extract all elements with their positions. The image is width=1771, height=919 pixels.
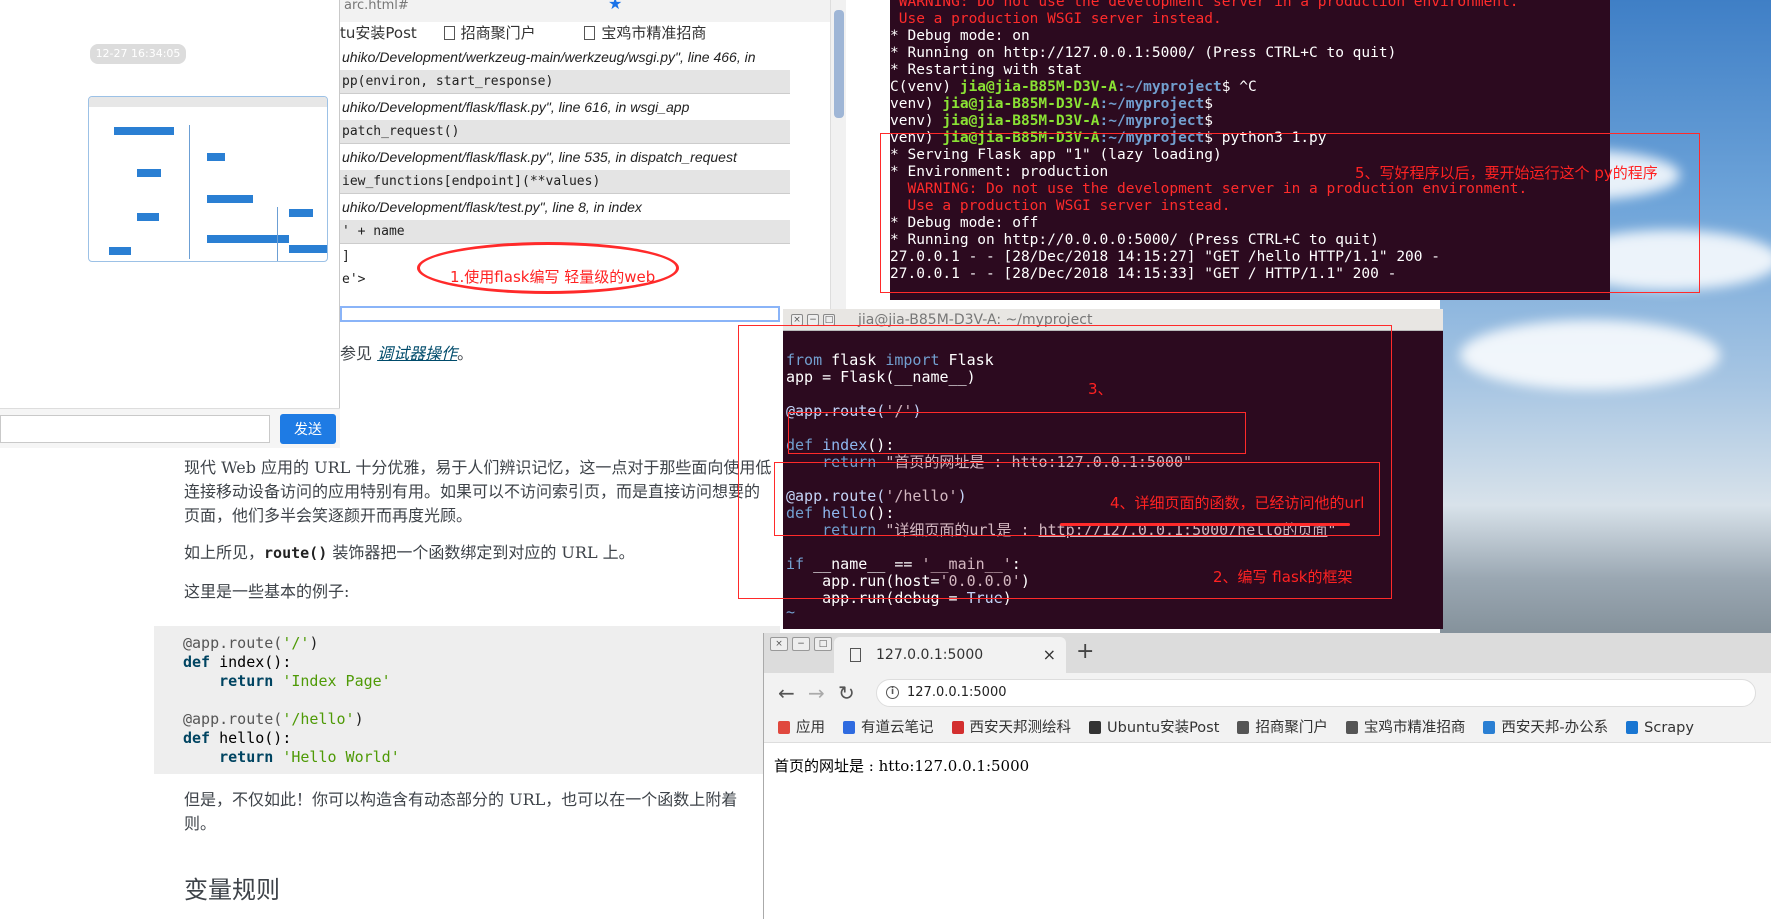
dynamic-url-paragraph-line2: 则。: [184, 814, 217, 833]
address-text: 127.0.0.1:5000: [907, 685, 1007, 700]
annotation-3: 3、: [1088, 380, 1113, 398]
mindmap-image-message[interactable]: [88, 96, 328, 262]
bookmark-label: 应用: [796, 720, 825, 736]
minimize-icon[interactable]: −: [792, 637, 810, 651]
survey-icon: [951, 721, 964, 734]
debugger-ops-link[interactable]: 调试器操作: [377, 344, 457, 363]
traceback-file-line[interactable]: uhiko/Development/flask/test.py", line 8…: [340, 194, 790, 220]
route-paragraph: 如上所见，route() 装饰器把一个函数绑定到对应的 URL 上。: [184, 543, 635, 562]
bookmark-item[interactable]: 有道云笔记: [843, 713, 934, 742]
scrapy-icon: [1626, 721, 1639, 734]
bookmark-item[interactable]: Scrapy: [1626, 713, 1694, 742]
tb-bookmark-zhaoshang[interactable]: 招商聚门户: [443, 22, 558, 43]
bookmark-item[interactable]: 应用: [778, 713, 825, 742]
traceback-code-line[interactable]: pp(environ, start_response): [340, 70, 790, 94]
chat-message-input[interactable]: [0, 415, 270, 443]
chat-window: 12-27 16:34:05 发送: [0, 0, 340, 448]
annotation-1: 1.使用flask编写 轻量级的web: [450, 268, 656, 286]
traceback-tabbar: arc.html# ★: [340, 0, 830, 22]
note-icon: [843, 721, 855, 734]
page-icon: [1345, 721, 1358, 734]
annotation-4: 4、详细页面的函数，已经访问他的url: [1110, 494, 1365, 512]
back-arrow-icon[interactable]: ←: [778, 681, 795, 705]
traceback-code-line[interactable]: patch_request(): [340, 120, 790, 144]
traceback-file-line[interactable]: uhiko/Development/werkzeug-main/werkzeug…: [340, 44, 790, 70]
maximize-icon[interactable]: □: [814, 637, 832, 651]
annotation-2: 2、编写 flask的框架: [1213, 568, 1353, 586]
tab-title: 127.0.0.1:5000: [876, 647, 984, 663]
tab-close-icon[interactable]: ×: [1043, 637, 1056, 673]
tb-bookmark-ubuntu[interactable]: tu安装Post: [340, 22, 417, 43]
tb-bookmark-baoji[interactable]: 宝鸡市精准招商: [584, 22, 728, 43]
link-icon: [1089, 721, 1101, 734]
new-tab-button[interactable]: +: [1076, 639, 1094, 664]
terminal-line: venv) jia@jia-B85M-D3V-A:~/myproject$: [890, 96, 1214, 112]
url-paragraph-line1: 现代 Web 应用的 URL 十分优雅，易于人们辨识记忆，这一点对于那些面向使用…: [184, 458, 772, 477]
browser-bookmarks-bar: 应用 有道云笔记 西安天邦测绘科 Ubuntu安装Post 招商聚门户 宝鸡市精准招商 西安…: [764, 713, 1771, 743]
annotation-box-index: [788, 412, 1246, 454]
bookmark-label: Scrapy: [1644, 720, 1694, 736]
localhost-browser-window: × − □ 127.0.0.1:5000 × + ← → ↻ i 127.0.0…: [763, 633, 1771, 919]
bookmark-label: 宝鸡市精准招商: [1363, 720, 1466, 736]
traceback-code-line[interactable]: iew_functions[endpoint](**values): [340, 170, 790, 194]
bookmark-item[interactable]: 招商聚门户: [1237, 713, 1328, 742]
scroll-thumb[interactable]: [834, 10, 844, 118]
close-icon[interactable]: ×: [770, 637, 788, 651]
url-paragraph-line2: 连接移动设备访问的应用特别有用。如果可以不访问索引页，而是直接访问想要的: [184, 482, 761, 501]
page-content-text: 首页的网址是 : htto:127.0.0.1:5000: [774, 757, 1030, 775]
traceback-file-line[interactable]: uhiko/Development/flask/flask.py", line …: [340, 144, 790, 170]
bookmark-item[interactable]: Ubuntu安装Post: [1089, 713, 1220, 742]
traceback-scrollbar[interactable]: [830, 0, 846, 310]
reload-icon[interactable]: ↻: [838, 681, 855, 705]
page-icon: [1237, 721, 1250, 734]
bookmark-item[interactable]: 西安天邦测绘科: [951, 713, 1072, 742]
terminal-line: C(venv) jia@jia-B85M-D3V-A:~/myproject$ …: [890, 79, 1257, 95]
bookmark-item[interactable]: 宝鸡市精准招商: [1345, 713, 1466, 742]
variable-rules-heading: 变量规则: [184, 876, 280, 904]
annotation-box-5: [880, 133, 1700, 293]
terminal-line: * Running on http://127.0.0.1:5000/ (Pre…: [890, 45, 1397, 61]
traceback-code-line[interactable]: ' + name: [340, 220, 790, 244]
bookmark-label: 西安天邦测绘科: [969, 720, 1072, 736]
page-icon: [584, 26, 596, 40]
page-icon: [443, 26, 455, 40]
traceback-file-line[interactable]: uhiko/Development/flask/flask.py", line …: [340, 94, 790, 120]
bookmark-item[interactable]: 西安天邦-办公系: [1483, 713, 1609, 742]
browser-tabbar: × − □ 127.0.0.1:5000 × +: [764, 633, 1771, 673]
chat-input-bar: 发送: [0, 408, 340, 448]
annotation-underline-4: [1060, 523, 1350, 526]
traceback-console-input[interactable]: [340, 306, 780, 322]
terminal-line: * Debug mode: on: [890, 28, 1030, 44]
terminal-line: WARNING: Do not use the development serv…: [890, 0, 1519, 10]
page-icon: [850, 648, 861, 662]
terminal-line: Use a production WSGI server instead.: [890, 11, 1222, 27]
chat-send-button[interactable]: 发送: [280, 414, 336, 444]
chat-timestamp: 12-27 16:34:05: [90, 44, 186, 64]
browser-toolbar: ← → ↻ i 127.0.0.1:5000: [764, 673, 1771, 713]
apps-icon: [778, 721, 790, 734]
terminal-line: * Restarting with stat: [890, 62, 1083, 78]
terminal-line: venv) jia@jia-B85M-D3V-A:~/myproject$: [890, 113, 1214, 129]
examples-intro: 这里是一些基本的例子:: [184, 582, 350, 601]
bookmark-label: 招商聚门户: [1255, 720, 1328, 736]
bookmark-label: 有道云笔记: [861, 720, 934, 736]
url-paragraph-line3: 页面，他们多半会笑逐颜开而再度光顾。: [184, 506, 473, 525]
address-bar[interactable]: i 127.0.0.1:5000: [876, 679, 1756, 707]
example-code-block: @app.route('/') def index(): return 'Ind…: [154, 626, 780, 774]
tab-localhost[interactable]: 127.0.0.1:5000 ×: [834, 637, 1066, 673]
dynamic-url-paragraph-line1: 但是，不仅如此！你可以构造含有动态部分的 URL，也可以在一个函数上附着: [184, 790, 738, 809]
bookmark-label: Ubuntu安装Post: [1107, 720, 1220, 736]
bookmark-star-icon[interactable]: ★: [608, 0, 622, 12]
annotation-5: 5、写好程序以后，要开始运行这个 py的程序: [1355, 164, 1658, 182]
bookmark-label: 西安天邦-办公系: [1501, 720, 1609, 736]
forward-arrow-icon[interactable]: →: [808, 681, 825, 705]
info-icon[interactable]: i: [886, 686, 899, 699]
globe-icon: [1483, 721, 1496, 734]
vim-empty-line: ~: [786, 603, 796, 621]
